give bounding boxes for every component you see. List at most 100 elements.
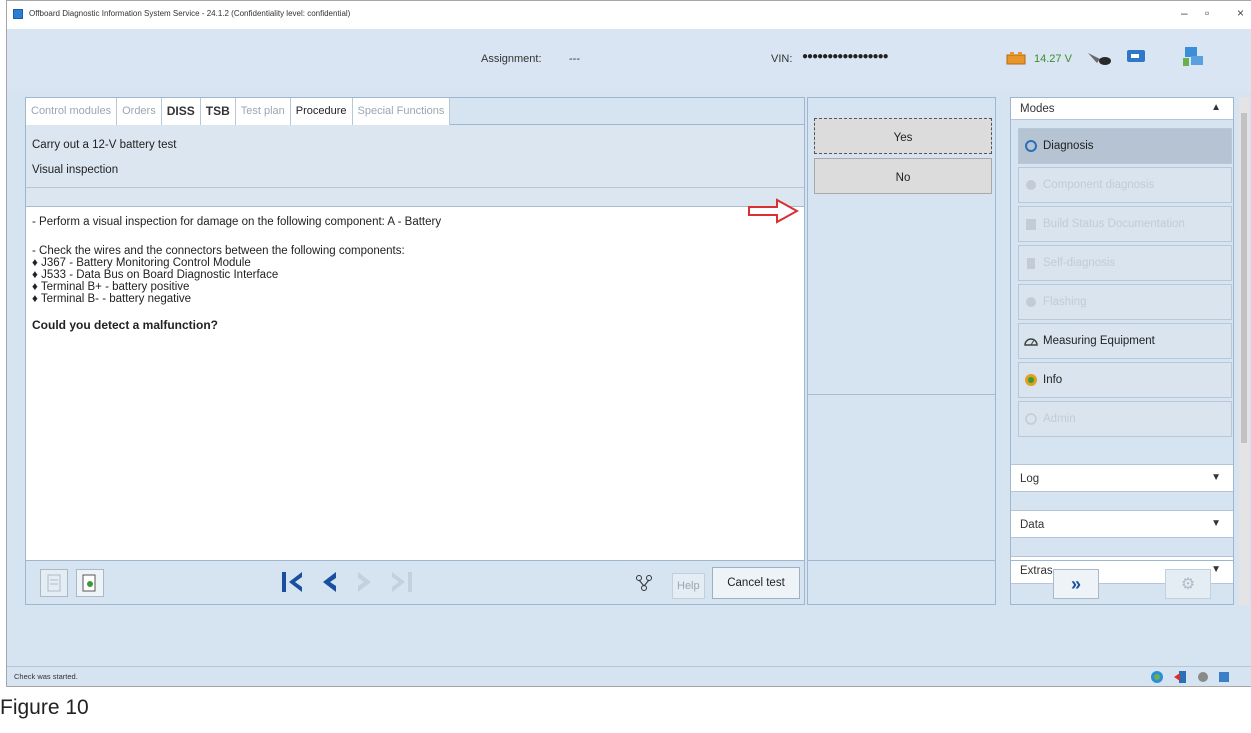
window-title: Offboard Diagnostic Information System S… xyxy=(29,9,351,18)
mode-component-diagnosis[interactable]: Component diagnosis xyxy=(1018,167,1232,203)
chevron-up-icon[interactable]: ▲ xyxy=(1211,102,1221,113)
status-bar: Check was started. xyxy=(7,666,1251,686)
scrollbar-thumb[interactable] xyxy=(1241,113,1247,443)
sidebar-footer: » ⚙ xyxy=(1011,560,1233,604)
yes-button[interactable]: Yes xyxy=(814,118,992,154)
component-icon xyxy=(1026,180,1036,190)
no-button[interactable]: No xyxy=(814,158,992,194)
section-data[interactable]: Data ▼ xyxy=(1011,510,1233,538)
mode-diagnosis[interactable]: Diagnosis xyxy=(1018,128,1232,164)
mode-label: Measuring Equipment xyxy=(1043,335,1155,347)
close-button[interactable]: × xyxy=(1237,6,1244,20)
mode-label: Self-diagnosis xyxy=(1043,257,1116,269)
last-step-button[interactable] xyxy=(390,569,414,600)
cancel-test-button[interactable]: Cancel test xyxy=(712,567,800,599)
network-icon[interactable] xyxy=(1125,47,1151,67)
self-diagnosis-icon xyxy=(1027,258,1035,269)
mode-admin[interactable]: Admin xyxy=(1018,401,1232,437)
assignment-label: Assignment: xyxy=(481,53,542,65)
voltage-value: 14.27 V xyxy=(1034,53,1072,65)
admin-icon xyxy=(1025,413,1037,425)
flashing-icon xyxy=(1026,297,1036,307)
status-text: Check was started. xyxy=(14,672,78,681)
instruction-line: - Perform a visual inspection for damage… xyxy=(32,216,442,228)
tab-orders[interactable]: Orders xyxy=(117,98,162,125)
instruction-text: - Perform a visual inspection for damage… xyxy=(32,216,798,331)
tab-tsb[interactable]: TSB xyxy=(200,98,236,125)
mode-build-status-documentation[interactable]: Build Status Documentation xyxy=(1018,206,1232,242)
tab-procedure[interactable]: Procedure xyxy=(290,98,353,125)
exit-icon[interactable] xyxy=(1173,670,1187,684)
mode-flashing[interactable]: Flashing xyxy=(1018,284,1232,320)
stethoscope-icon xyxy=(1025,140,1037,152)
section-label: Log xyxy=(1020,473,1040,485)
section-log[interactable]: Log ▼ xyxy=(1011,464,1233,492)
step-header: Carry out a 12-V battery test Visual ins… xyxy=(26,125,804,207)
vin-label: VIN: xyxy=(771,53,793,65)
next-step-button[interactable] xyxy=(354,569,376,600)
answer-panel-footer xyxy=(808,560,995,604)
step-subtitle: Visual inspection xyxy=(32,164,119,176)
mode-measuring-equipment[interactable]: Measuring Equipment xyxy=(1018,323,1232,359)
user-session-icon[interactable] xyxy=(1181,45,1205,69)
mode-label: Info xyxy=(1043,374,1063,386)
database-icon[interactable] xyxy=(1217,670,1231,684)
title-bar: Offboard Diagnostic Information System S… xyxy=(7,1,1251,29)
app-icon xyxy=(13,9,23,19)
previous-step-button[interactable] xyxy=(318,569,340,600)
component-item: ♦ Terminal B+ - battery positive xyxy=(32,281,190,293)
modes-header[interactable]: Modes ▲ xyxy=(1011,98,1233,120)
section-label: Data xyxy=(1020,519,1045,531)
mode-label: Build Status Documentation xyxy=(1043,218,1185,230)
document-search-icon[interactable] xyxy=(76,569,104,597)
gear-icon[interactable]: ⚙ xyxy=(1165,569,1211,599)
vin-value: ●●●●●●●●●●●●●●●●● xyxy=(802,51,889,62)
component-item: ♦ J533 - Data Bus on Board Diagnostic In… xyxy=(32,269,279,281)
document-icon xyxy=(1026,219,1036,230)
tab-test-plan[interactable]: Test plan xyxy=(235,98,291,125)
help-button[interactable]: Help xyxy=(672,573,705,599)
settings-icon[interactable] xyxy=(1196,670,1210,684)
tab-special-functions[interactable]: Special Functions xyxy=(352,98,451,125)
document-icon[interactable] xyxy=(40,569,68,597)
mode-label: Diagnosis xyxy=(1043,140,1094,152)
divider xyxy=(26,187,804,188)
minimize-button[interactable]: – xyxy=(1181,6,1188,20)
mode-label: Component diagnosis xyxy=(1043,179,1155,191)
header-bar: Assignment: --- VIN: ●●●●●●●●●●●●●●●●● 1… xyxy=(7,29,1251,91)
instruction-line: - Check the wires and the connectors bet… xyxy=(32,245,405,257)
info-globe-icon xyxy=(1025,374,1037,386)
question-text: Could you detect a malfunction? xyxy=(32,318,219,332)
mode-label: Flashing xyxy=(1043,296,1087,308)
chevron-down-icon[interactable]: ▼ xyxy=(1211,518,1221,529)
vci-connector-icon[interactable] xyxy=(1085,47,1113,67)
network-tree-icon[interactable] xyxy=(630,569,658,597)
chevron-down-icon[interactable]: ▼ xyxy=(1211,472,1221,483)
refresh-icon[interactable] xyxy=(1150,670,1164,684)
answer-panel: Yes No xyxy=(807,97,996,605)
gauge-icon xyxy=(1024,338,1038,346)
step-title: Carry out a 12-V battery test xyxy=(32,139,177,151)
assignment-value: --- xyxy=(569,53,580,65)
red-arrow-icon xyxy=(748,198,799,224)
procedure-panel: Control modules Orders DISS TSB Test pla… xyxy=(25,97,805,605)
modes-label: Modes xyxy=(1020,103,1055,115)
component-item: ♦ J367 - Battery Monitoring Control Modu… xyxy=(32,257,251,269)
battery-voltage-icon xyxy=(1006,52,1026,65)
tab-bar-filler xyxy=(450,98,804,124)
mode-self-diagnosis[interactable]: Self-diagnosis xyxy=(1018,245,1232,281)
mode-label: Admin xyxy=(1043,413,1076,425)
tab-diss[interactable]: DISS xyxy=(161,98,201,125)
first-step-button[interactable] xyxy=(280,569,304,600)
tab-control-modules[interactable]: Control modules xyxy=(26,98,118,125)
forward-button[interactable]: » xyxy=(1053,569,1099,599)
tab-bar: Control modules Orders DISS TSB Test pla… xyxy=(26,98,804,125)
sidebar-scrollbar[interactable] xyxy=(1239,97,1249,605)
maximize-button[interactable]: ▫ xyxy=(1205,6,1209,20)
mode-info[interactable]: Info xyxy=(1018,362,1232,398)
divider xyxy=(808,394,995,395)
procedure-toolbar: Help Cancel test xyxy=(26,560,804,604)
modes-sidebar: Modes ▲ Diagnosis Component diagnosis Bu… xyxy=(1010,97,1234,605)
figure-caption: Figure 10 xyxy=(0,696,89,719)
component-item: ♦ Terminal B- - battery negative xyxy=(32,293,192,305)
